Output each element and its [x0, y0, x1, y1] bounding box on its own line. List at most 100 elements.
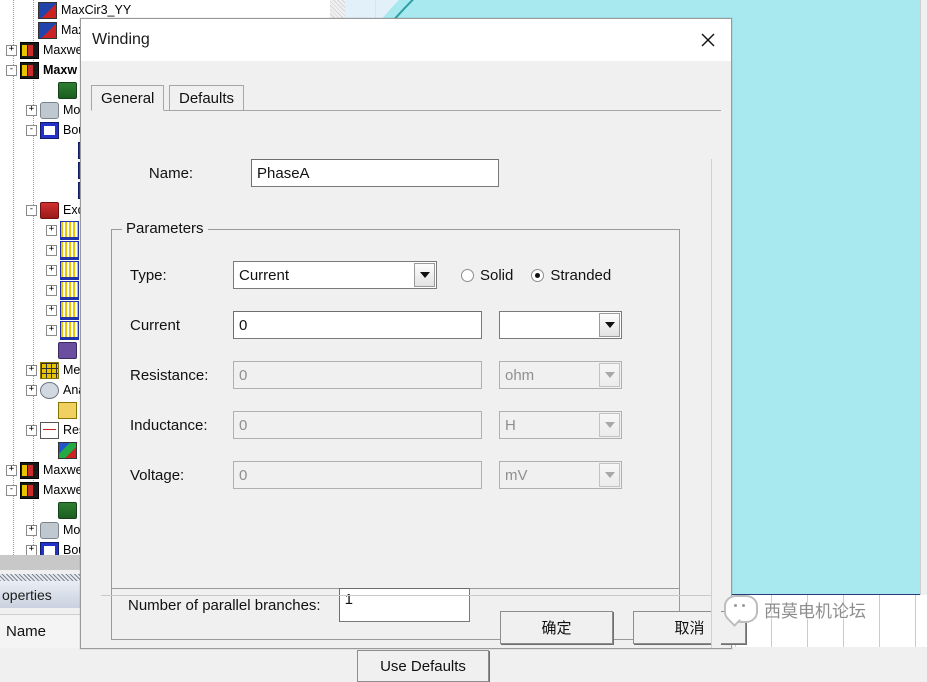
tab-page-general: Name: PhaseA Parameters Type: Current So… — [91, 110, 746, 682]
inductance-input[interactable]: 0 — [233, 411, 482, 439]
chevron-down-icon[interactable] — [599, 413, 620, 437]
boundary-icon — [40, 121, 59, 139]
expander-icon[interactable]: - — [26, 124, 37, 136]
branches-input[interactable]: 1 — [338, 588, 470, 622]
winding-icon — [60, 280, 79, 300]
chevron-down-icon[interactable] — [599, 463, 620, 487]
chevron-down-icon[interactable] — [414, 263, 435, 287]
expander-icon[interactable]: - — [6, 484, 17, 496]
type-select[interactable]: Current — [233, 261, 437, 289]
winding-dialog[interactable]: Winding General Defaults Name: PhaseA Pa… — [80, 18, 746, 682]
use-defaults-button[interactable]: Use Defaults — [357, 650, 489, 682]
expander-icon[interactable]: - — [26, 204, 37, 216]
radio-solid-dot — [461, 268, 474, 282]
dialog-title: Winding — [92, 31, 150, 48]
radio-stranded[interactable]: Stranded — [531, 267, 611, 284]
resistance-unit-value: ohm — [505, 366, 535, 384]
resistance-input[interactable]: 0 — [233, 361, 482, 389]
expander-icon[interactable]: + — [26, 384, 37, 396]
tree-item-label: Maxwe — [43, 43, 83, 57]
voltage-unit-select[interactable]: mV — [499, 461, 622, 489]
model-icon — [40, 521, 59, 539]
branches-label: Number of parallel branches: — [128, 596, 321, 614]
tree-item[interactable]: MaxCir3_YY — [0, 0, 330, 20]
results-icon — [40, 421, 59, 439]
button-bar-separator — [101, 595, 711, 596]
current-label: Current — [130, 316, 181, 334]
dialog-vertical-scrollbar[interactable] — [711, 159, 721, 648]
name-row: Name: PhaseA — [91, 159, 499, 187]
watermark-text: 西莫电机论坛 — [764, 601, 866, 622]
tab-general[interactable]: General — [91, 85, 165, 111]
dialog-title-bar[interactable]: Winding — [81, 19, 731, 61]
current-row: Current 0 — [130, 311, 622, 339]
expander-icon[interactable]: + — [46, 244, 57, 256]
model-3d-icon — [58, 81, 77, 99]
expander-icon[interactable]: + — [26, 524, 37, 536]
inductance-unit-value: H — [505, 416, 516, 434]
tree-item-label: Mo — [63, 103, 81, 117]
radio-solid[interactable]: Solid — [461, 267, 513, 284]
tab-strip[interactable]: General Defaults — [91, 85, 721, 111]
tree-item-label: MaxCir3_YY — [61, 3, 132, 17]
name-input[interactable]: PhaseA — [251, 159, 499, 187]
expander-icon[interactable]: + — [26, 364, 37, 376]
maxwell-icon — [20, 461, 39, 479]
maxwell-icon — [20, 61, 39, 79]
type-select-value: Current — [239, 266, 290, 284]
excitation-icon — [40, 201, 59, 219]
tree-item-label: Me — [63, 363, 81, 377]
tree-item-label: Maxwe — [43, 463, 83, 477]
tree-item-label: Mo — [63, 523, 81, 537]
parameters-icon — [58, 341, 77, 359]
resistance-unit-select[interactable]: ohm — [499, 361, 622, 389]
winding-icon — [60, 320, 79, 340]
project-doc-icon — [38, 21, 57, 39]
inductance-row: Inductance: 0 H — [130, 411, 622, 439]
chevron-down-icon[interactable] — [599, 313, 620, 337]
close-icon[interactable] — [685, 19, 731, 61]
expander-icon[interactable]: + — [46, 284, 57, 296]
radio-stranded-label: Stranded — [550, 266, 612, 284]
expander-icon[interactable]: + — [26, 424, 37, 436]
expander-icon[interactable]: + — [26, 104, 37, 116]
maxwell-icon — [20, 41, 39, 59]
cad-vertical-scrollbar[interactable] — [920, 0, 927, 595]
winding-icon — [60, 220, 79, 240]
tab-defaults[interactable]: Defaults — [169, 85, 245, 111]
expander-icon[interactable]: + — [46, 304, 57, 316]
inductance-label: Inductance: — [130, 416, 208, 434]
ok-button[interactable]: 确定 — [500, 611, 613, 644]
type-row: Type: Current Solid Stranded — [130, 261, 611, 289]
current-unit-select[interactable] — [499, 311, 622, 339]
field-overlays-icon — [58, 441, 77, 459]
expander-icon[interactable]: + — [46, 224, 57, 236]
voltage-row: Voltage: 0 mV — [130, 461, 622, 489]
expander-icon[interactable]: - — [6, 64, 17, 76]
voltage-label: Voltage: — [130, 466, 185, 484]
expander-icon[interactable]: + — [26, 544, 37, 556]
optimetrics-icon — [58, 401, 77, 419]
winding-icon — [60, 260, 79, 280]
voltage-input[interactable]: 0 — [233, 461, 482, 489]
forum-watermark: 西莫电机论坛 — [724, 594, 866, 627]
expander-icon[interactable]: + — [6, 44, 17, 56]
chevron-down-icon[interactable] — [599, 363, 620, 387]
model-icon — [40, 101, 59, 119]
expander-icon[interactable]: + — [6, 464, 17, 476]
expander-icon[interactable]: + — [46, 264, 57, 276]
inductance-unit-select[interactable]: H — [499, 411, 622, 439]
tree-item-label: Maxw — [43, 63, 78, 77]
current-input[interactable]: 0 — [233, 311, 482, 339]
project-doc-icon — [38, 1, 57, 19]
resistance-label: Resistance: — [130, 366, 209, 384]
expander-icon[interactable]: + — [46, 324, 57, 336]
parameters-group: Parameters Type: Current Solid Stranded … — [111, 220, 680, 589]
name-label: Name: — [148, 164, 194, 182]
